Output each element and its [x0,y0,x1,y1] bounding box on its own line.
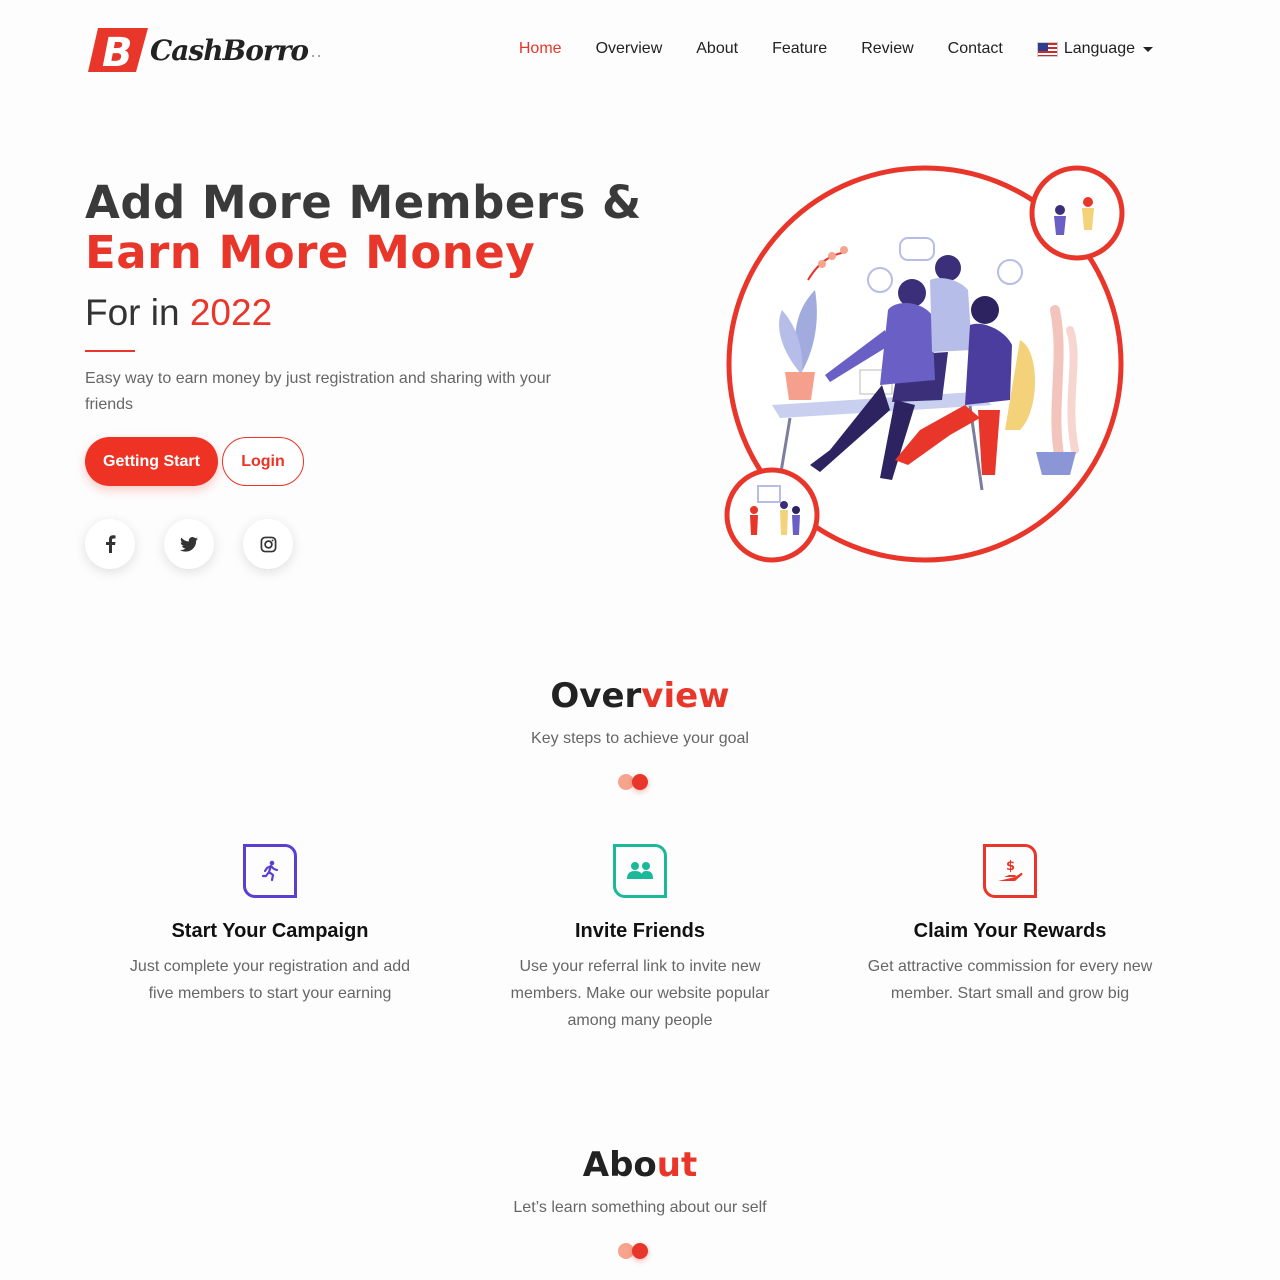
overview-subtitle: Key steps to achieve your goal [531,730,749,747]
nav-about[interactable]: About [696,38,738,60]
feature-description: Get attractive commission for every new … [867,958,1153,1002]
hero-description: Easy way to earn money by just registrat… [85,370,552,413]
overview-title-highlight: view [641,676,730,716]
feature-title: Invite Friends [574,920,706,942]
twitter-icon[interactable] [164,519,214,569]
feature-description: Just complete your registration and add … [129,958,411,1002]
overview-dots-decoration [618,774,650,790]
language-label: Language [1063,40,1135,57]
hero-illustration [720,160,1140,570]
feature-description: Use your referral link to invite new mem… [510,958,770,1029]
getting-start-button[interactable]: Getting Start [85,437,218,486]
feature-card-invite: Invite Friends Use your referral link to… [490,844,790,1034]
overview-title: Overview [0,676,1280,716]
logo-mark-icon: B [86,24,148,76]
users-icon [613,844,667,898]
facebook-icon[interactable] [85,519,135,569]
feature-card-rewards: $ Claim Your Rewards Get attractive comm… [860,844,1160,1007]
hero-title: Add More Members & Earn More Money [85,178,642,278]
nav-contact[interactable]: Contact [948,38,1003,60]
about-dots-decoration [618,1243,650,1259]
nav-feature[interactable]: Feature [772,38,827,60]
feature-title: Start Your Campaign [171,920,369,942]
nav-overview[interactable]: Overview [596,38,663,60]
login-button[interactable]: Login [222,437,304,486]
instagram-icon[interactable] [243,519,293,569]
svg-text:B: B [102,30,133,76]
running-person-icon [243,844,297,898]
about-subtitle: Let’s learn something about our self [513,1199,767,1216]
brand-logo[interactable]: B CashBorro ·· [86,22,326,78]
about-title-highlight: ut [656,1145,698,1185]
hero-subtitle-year: 2022 [189,292,273,333]
feature-title: Claim Your Rewards [913,920,1107,942]
hero-divider [85,350,135,352]
caret-down-icon [1143,46,1153,52]
hero-title-line1: Add More Members & [85,176,642,229]
svg-text:$: $ [1006,859,1015,874]
main-nav: Home Overview About Feature Review Conta… [485,38,1153,60]
hero-subtitle: For in 2022 [85,292,272,334]
overview-title-plain: Over [550,676,642,716]
brand-name: CashBorro [150,33,309,67]
nav-home[interactable]: Home [519,38,562,60]
nav-review[interactable]: Review [861,38,913,60]
hero-title-line2: Earn More Money [85,226,536,279]
hero-subtitle-prefix: For in [85,292,190,333]
us-flag-icon [1036,41,1058,57]
header: B CashBorro ·· Home Overview About Featu… [0,0,1280,100]
about-title: About [0,1145,1280,1185]
language-dropdown[interactable]: Language [1036,40,1153,58]
feature-card-campaign: Start Your Campaign Just complete your r… [120,844,420,1007]
logo-cart-dots: ·· [310,44,323,65]
about-title-plain: Abo [582,1145,657,1185]
hand-dollar-icon: $ [983,844,1037,898]
